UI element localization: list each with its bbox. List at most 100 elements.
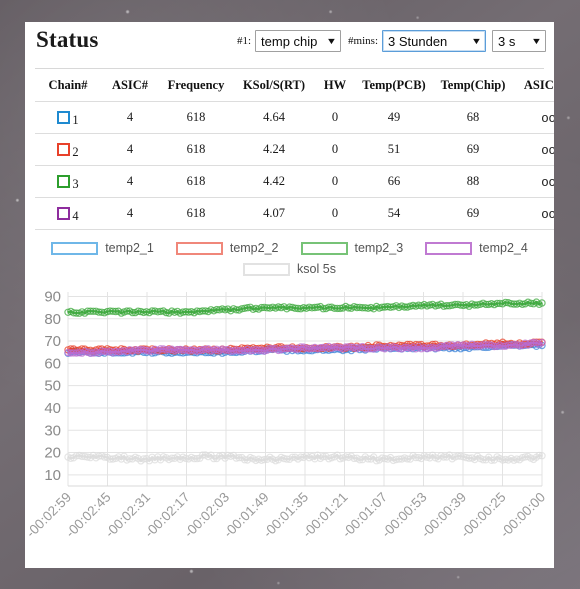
legend-swatch — [300, 241, 348, 255]
y-axis-tick-label: 30 — [44, 422, 61, 439]
chain-checkbox-2[interactable] — [57, 143, 71, 156]
table-row: 2 46184.2405169oooo — [35, 133, 554, 166]
status-card: Status #1: temp chip ▼ #mins: 3 Stunden … — [25, 22, 554, 568]
table-row: 1 46184.6404968oooo — [35, 101, 554, 134]
cell-chain: 1 — [35, 101, 101, 134]
y-axis-tick-label: 20 — [44, 445, 61, 462]
source-select[interactable]: temp chip ▼ — [255, 30, 342, 52]
header-controls: #1: temp chip ▼ #mins: 3 Stunden ▼ 3 s ▼ — [237, 30, 546, 52]
status-table: Chain# ASIC# Frequency KSol/S(RT) HW Tem… — [35, 69, 554, 230]
cell-frequency: 618 — [159, 101, 233, 134]
legend-swatch — [425, 241, 473, 255]
cell-frequency: 618 — [159, 133, 233, 166]
cell-hw: 0 — [315, 133, 355, 166]
legend-swatch — [243, 262, 291, 276]
cell-temp-chip: 69 — [433, 197, 513, 230]
chain-checkbox-1[interactable] — [57, 111, 71, 124]
cell-frequency: 618 — [159, 165, 233, 198]
refresh-rate-value: 3 s — [498, 33, 516, 49]
chain-cell: 2 — [35, 143, 101, 160]
status-table-body: 146184.6404968oooo246184.2405169oooo3461… — [35, 101, 554, 230]
y-axis-tick-label: 40 — [44, 400, 61, 417]
cell-ksol: 4.64 — [233, 101, 315, 134]
legend-row-secondary: ksol 5s — [25, 262, 554, 276]
cell-temp-pcb: 66 — [355, 165, 433, 198]
cell-ksol: 4.07 — [233, 197, 315, 230]
chart-legend: temp2_1 temp2_2 temp2_3 temp2_4 ksol 5s — [25, 230, 554, 278]
status-table-head: Chain# ASIC# Frequency KSol/S(RT) HW Tem… — [35, 69, 554, 102]
range-select-label: #mins: — [348, 35, 378, 47]
column-header-ksol: KSol/S(RT) — [233, 69, 315, 102]
y-axis-tick-label: 70 — [44, 333, 61, 350]
column-header-asic-status: ASIC status — [513, 69, 554, 102]
cell-hw: 0 — [315, 101, 355, 134]
chain-cell: 1 — [35, 111, 101, 128]
chevron-down-icon: ▼ — [326, 35, 338, 46]
status-table-container: Chain# ASIC# Frequency KSol/S(RT) HW Tem… — [25, 69, 554, 230]
refresh-rate-select[interactable]: 3 s ▼ — [492, 30, 546, 52]
legend-item-temp2-2[interactable]: temp2_2 — [175, 241, 279, 255]
range-select[interactable]: 3 Stunden ▼ — [382, 30, 486, 52]
chain-number: 3 — [72, 177, 79, 192]
column-header-hw: HW — [315, 69, 355, 102]
cell-asic-status: oooo — [513, 101, 554, 134]
cell-temp-chip: 88 — [433, 165, 513, 198]
chain-number: 4 — [72, 209, 79, 224]
y-axis-tick-label: 60 — [44, 355, 61, 372]
column-header-temp-chip: Temp(Chip) — [433, 69, 513, 102]
cell-temp-pcb: 51 — [355, 133, 433, 166]
legend-label: ksol 5s — [297, 262, 336, 276]
chain-cell: 3 — [35, 175, 101, 192]
table-header-row: Chain# ASIC# Frequency KSol/S(RT) HW Tem… — [35, 69, 554, 102]
legend-label: temp2_1 — [105, 241, 154, 255]
legend-item-temp2-3[interactable]: temp2_3 — [300, 241, 404, 255]
cell-hw: 0 — [315, 165, 355, 198]
page-title: Status — [36, 27, 99, 52]
cell-chain: 2 — [35, 133, 101, 166]
chevron-down-icon: ▼ — [530, 35, 543, 46]
chain-number: 2 — [72, 145, 79, 160]
source-select-label: #1: — [236, 35, 252, 47]
column-header-asic: ASIC# — [101, 69, 159, 102]
cell-chain: 4 — [35, 197, 101, 230]
chevron-down-icon: ▼ — [470, 35, 483, 46]
cell-asic-status: oooo — [513, 197, 554, 230]
cell-temp-pcb: 54 — [355, 197, 433, 230]
cell-temp-chip: 68 — [433, 101, 513, 134]
chain-cell: 4 — [35, 207, 101, 224]
legend-swatch — [175, 241, 223, 255]
temperature-chart[interactable]: 10 20 30 40 50 60 70 80 90 -00:02:59 -00:02:45 -00:… — [25, 278, 554, 543]
cell-asic: 4 — [101, 197, 159, 230]
cell-asic-status: oooo — [513, 133, 554, 166]
legend-item-ksol-5s[interactable]: ksol 5s — [243, 262, 336, 276]
cell-ksol: 4.24 — [233, 133, 315, 166]
cell-asic: 4 — [101, 101, 159, 134]
legend-row-primary: temp2_1 temp2_2 temp2_3 temp2_4 — [25, 241, 554, 255]
cell-chain: 3 — [35, 165, 101, 198]
chain-checkbox-3[interactable] — [57, 175, 71, 188]
table-row: 446184.0705469oooo — [35, 197, 554, 230]
range-select-value: 3 Stunden — [388, 33, 448, 49]
cell-asic-status: oooo — [513, 165, 554, 198]
table-row: 3 46184.4206688oooo — [35, 165, 554, 198]
legend-label: temp2_3 — [354, 241, 404, 255]
legend-item-temp2-4[interactable]: temp2_4 — [425, 241, 528, 255]
chart-canvas[interactable]: 102030405060708090-00:02:59-00:02:45-00:… — [25, 278, 554, 543]
chain-checkbox-4[interactable] — [57, 207, 71, 220]
column-header-temp-pcb: Temp(PCB) — [355, 69, 433, 102]
cell-temp-chip: 69 — [433, 133, 513, 166]
cell-hw: 0 — [315, 197, 355, 230]
chain-number: 1 — [72, 113, 79, 128]
column-header-chain: Chain# — [35, 69, 101, 102]
y-axis-tick-label: 10 — [44, 467, 61, 484]
legend-label: temp2_2 — [229, 241, 279, 255]
cell-asic: 4 — [101, 165, 159, 198]
source-select-value: temp chip — [261, 33, 318, 49]
cell-temp-pcb: 49 — [355, 101, 433, 134]
legend-item-temp2-1[interactable]: temp2_1 — [51, 241, 154, 255]
legend-label: temp2_4 — [479, 241, 528, 255]
legend-swatch — [51, 241, 99, 255]
cell-ksol: 4.42 — [233, 165, 315, 198]
cell-frequency: 618 — [159, 197, 233, 230]
y-axis-tick-label: 50 — [44, 378, 61, 395]
